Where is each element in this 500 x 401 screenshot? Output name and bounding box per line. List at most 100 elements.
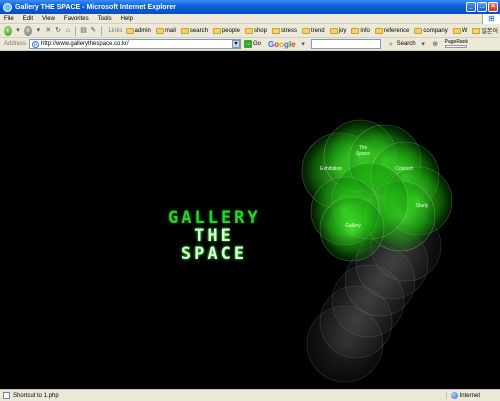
status-bar: Shortcut to 1.php Internet xyxy=(0,389,500,401)
windows-logo-icon: ⊞ xyxy=(482,14,500,24)
folder-icon xyxy=(125,27,134,34)
maximize-button[interactable]: □ xyxy=(477,2,487,12)
go-button[interactable]: → Go xyxy=(244,40,261,48)
link-label: joy xyxy=(338,27,347,34)
forward-dropdown-icon[interactable]: ▾ xyxy=(35,26,42,35)
link-label: trend xyxy=(310,27,325,34)
address-dropdown-icon[interactable]: ▾ xyxy=(232,40,241,48)
address-url: http://www.gallerythespace.co.kr/ xyxy=(41,41,129,47)
ie-app-icon xyxy=(3,2,12,12)
the-space-label-2: Space xyxy=(356,151,370,157)
folder-icon xyxy=(472,27,481,34)
link-label: people xyxy=(221,27,240,34)
folder-icon xyxy=(329,27,338,34)
folder-icon xyxy=(155,27,164,34)
link-label: W xyxy=(461,27,468,34)
gallery-the-space-logo[interactable]: GALLERY THE SPACE xyxy=(168,209,260,263)
folder-icon xyxy=(452,27,461,34)
link-stress[interactable]: stress xyxy=(271,27,297,34)
link-company[interactable]: company xyxy=(414,27,448,34)
folder-icon xyxy=(212,27,221,34)
security-zone: Internet xyxy=(445,392,480,399)
link-japanese[interactable]: 일본어 xyxy=(472,26,498,35)
menu-help[interactable]: Help xyxy=(121,16,133,22)
logo-the-text: THE xyxy=(194,226,234,246)
stop-icon[interactable]: ✕ xyxy=(45,26,52,35)
link-reference[interactable]: reference xyxy=(375,27,410,34)
link-admin[interactable]: admin xyxy=(125,27,151,34)
link-label: reference xyxy=(384,27,410,34)
search-label: Search xyxy=(396,41,416,47)
study-bubble[interactable]: Study xyxy=(416,203,429,209)
menu-edit[interactable]: Edit xyxy=(23,16,33,22)
options-icon[interactable]: ⊕ xyxy=(431,40,440,49)
folder-icon xyxy=(271,27,280,34)
google-dropdown-icon[interactable]: ▾ xyxy=(299,40,308,49)
google-search-button[interactable]: ⌕ Search xyxy=(387,40,416,49)
folder-icon xyxy=(244,27,253,34)
link-label: search xyxy=(189,27,208,34)
link-mail[interactable]: mail xyxy=(155,27,176,34)
menu-view[interactable]: View xyxy=(42,16,55,22)
link-trend[interactable]: trend xyxy=(301,27,325,34)
concert-bubble[interactable]: Concert xyxy=(395,166,413,172)
toolbar-separator xyxy=(75,25,77,36)
close-button[interactable]: × xyxy=(488,2,498,12)
pagerank-bar xyxy=(444,45,467,48)
window-title: Gallery THE SPACE - Microsoft Internet E… xyxy=(15,3,176,11)
menu-file[interactable]: File xyxy=(4,16,14,22)
google-toolbar-logo: Google xyxy=(268,39,296,49)
edit-icon[interactable]: ✎ xyxy=(90,26,97,35)
search-icon: ⌕ xyxy=(389,40,394,48)
home-icon[interactable]: ⌂ xyxy=(65,26,72,35)
menu-tools[interactable]: Tools xyxy=(98,16,112,22)
back-dropdown-icon[interactable]: ▾ xyxy=(15,26,22,35)
ie-page-icon: e xyxy=(32,40,40,48)
toolbar: ‹ ▾ › ▾ ✕ ↻ ⌂ ▤ ✎ Links admin mail searc… xyxy=(0,24,500,38)
menu-favorites[interactable]: Favorites xyxy=(64,16,89,22)
folder-icon xyxy=(301,27,310,34)
logo-gallery-text: GALLERY xyxy=(168,208,261,228)
folder-icon xyxy=(351,27,360,34)
logo-space-text: SPACE xyxy=(180,244,248,264)
refresh-icon[interactable]: ↻ xyxy=(55,26,62,35)
back-button[interactable]: ‹ xyxy=(4,25,12,36)
page-icon xyxy=(3,392,10,399)
search-dropdown-icon[interactable]: ▾ xyxy=(419,40,428,49)
toolbar-separator xyxy=(100,25,102,36)
link-label: company xyxy=(423,27,448,34)
link-w[interactable]: W xyxy=(452,27,468,34)
folder-icon xyxy=(375,27,384,34)
gallery-bubble[interactable]: Gallery xyxy=(345,223,361,229)
link-label: admin xyxy=(134,27,151,34)
status-text: Shortcut to 1.php xyxy=(13,392,59,399)
link-shop[interactable]: shop xyxy=(244,27,267,34)
minimize-button[interactable]: _ xyxy=(466,2,476,12)
menu-bar: File Edit View Favorites Tools Help xyxy=(0,14,500,24)
page-scrollbar[interactable] xyxy=(493,51,500,389)
pagerank-indicator: PageRank xyxy=(444,40,468,48)
link-people[interactable]: people xyxy=(212,27,240,34)
globe-icon xyxy=(450,392,458,399)
go-arrow-icon: → xyxy=(244,40,253,48)
forward-button[interactable]: › xyxy=(24,25,33,36)
page-viewport: The Space Exhibition Concert Study Galle… xyxy=(0,51,500,389)
address-input[interactable]: e http://www.gallerythespace.co.kr/ ▾ xyxy=(29,39,242,49)
link-info[interactable]: info xyxy=(351,27,371,34)
zone-label: Internet xyxy=(459,392,480,399)
link-label: shop xyxy=(253,27,267,34)
link-search[interactable]: search xyxy=(180,27,208,34)
folder-icon xyxy=(414,27,423,34)
link-label: stress xyxy=(280,27,297,34)
link-label: 일본어 xyxy=(481,29,498,35)
link-joy[interactable]: joy xyxy=(329,27,347,34)
google-search-input[interactable] xyxy=(310,39,381,49)
title-bar: Gallery THE SPACE - Microsoft Internet E… xyxy=(0,0,500,14)
folder-icon xyxy=(180,27,189,34)
address-label: Address xyxy=(4,41,27,47)
exhibition-bubble[interactable]: Exhibition xyxy=(320,166,342,172)
window-controls: _ □ × xyxy=(466,2,498,12)
links-label: Links xyxy=(108,27,123,34)
link-label: info xyxy=(360,27,371,34)
print-icon[interactable]: ▤ xyxy=(80,26,87,35)
